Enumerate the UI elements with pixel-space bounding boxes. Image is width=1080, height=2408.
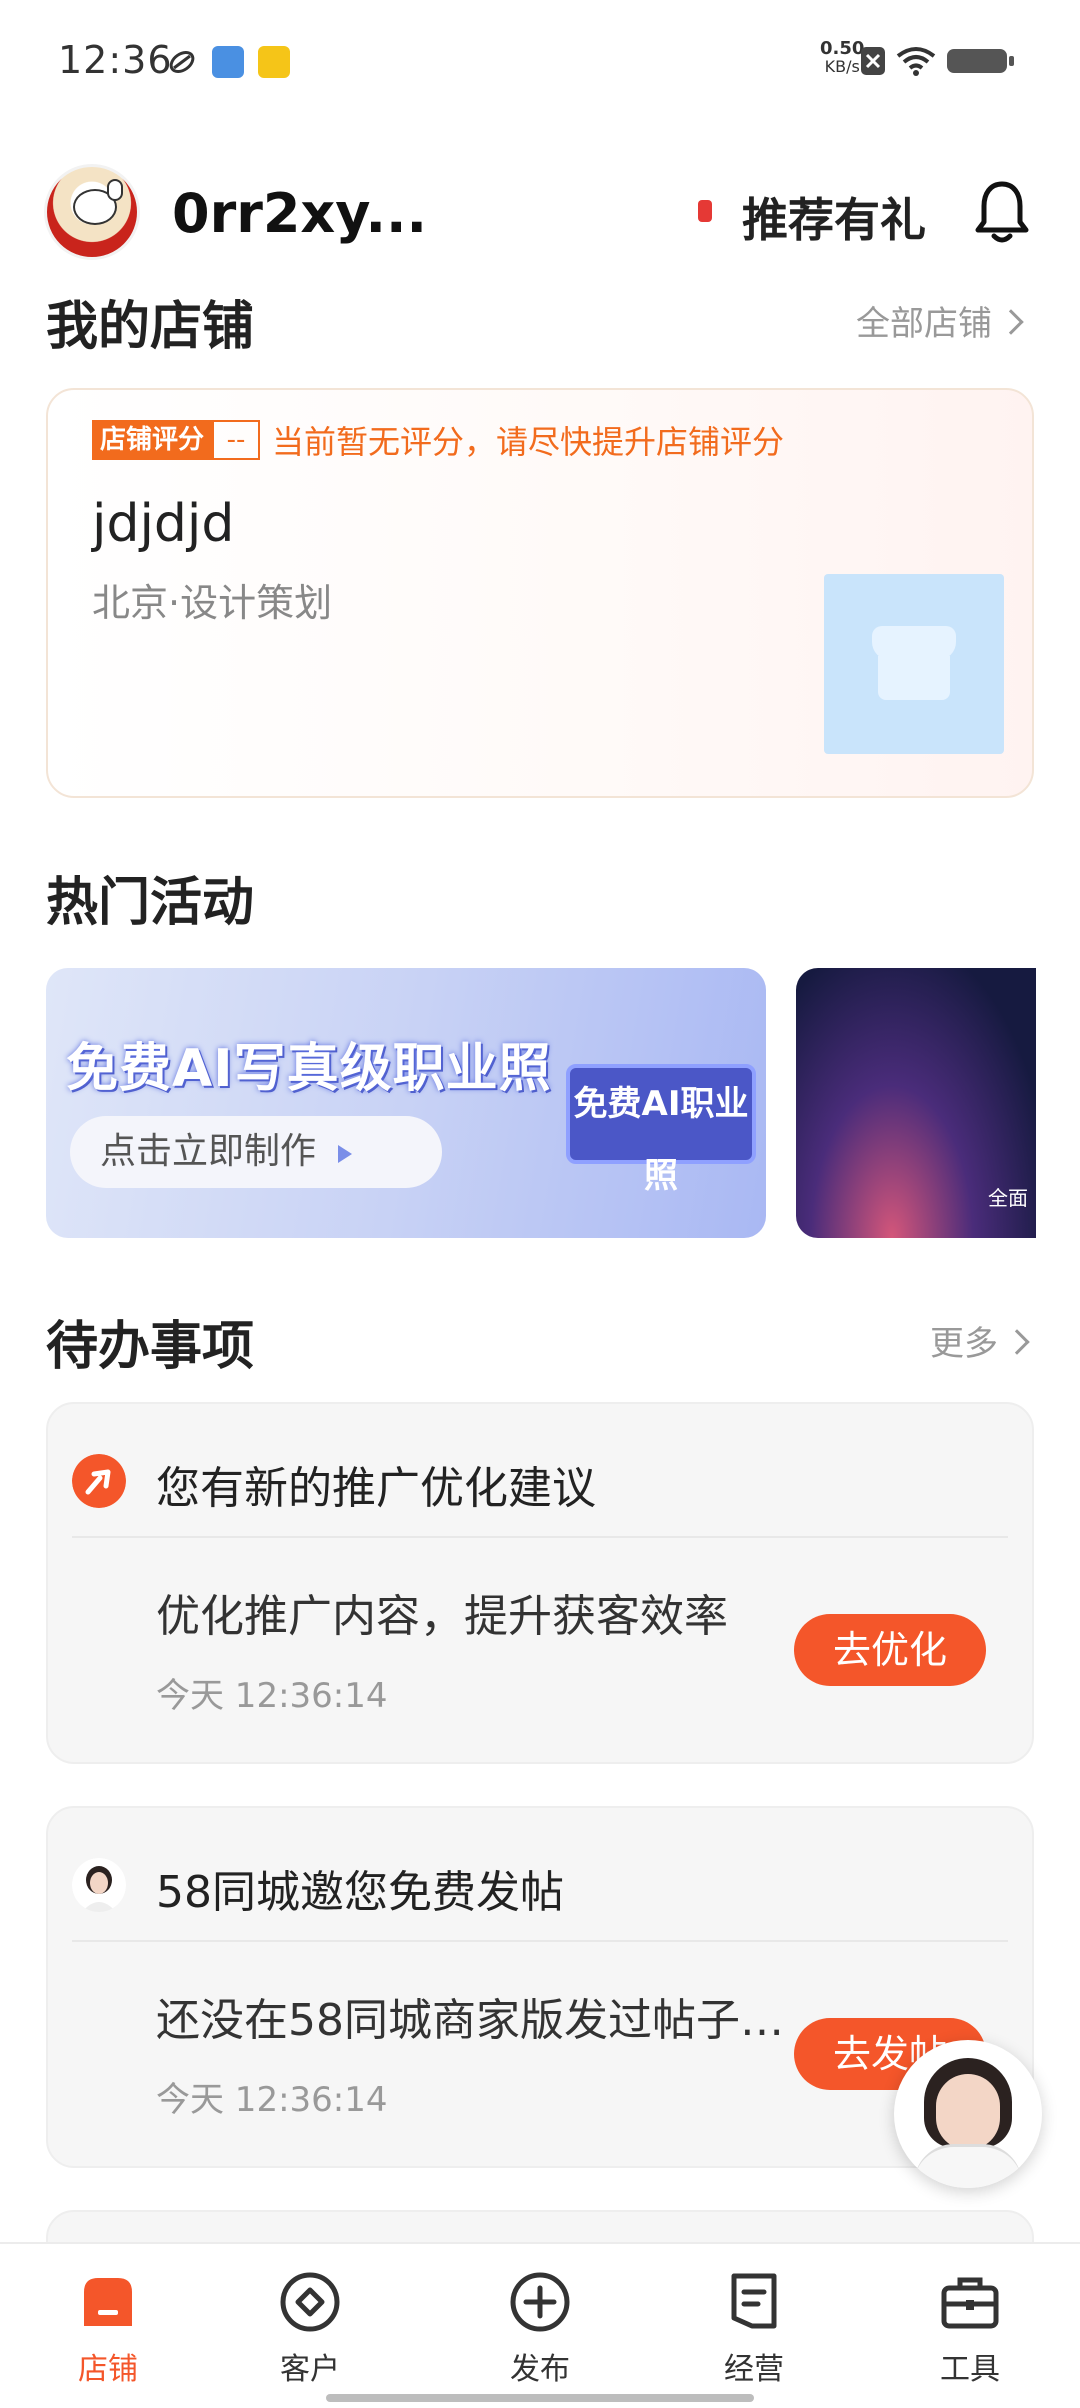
store-name: jdjdjd [92, 494, 235, 554]
activity-banner-2[interactable]: 全面 [796, 968, 1036, 1238]
my-store-title: 我的店铺 [46, 297, 255, 357]
tab-operation[interactable]: 经营 [694, 2270, 814, 2388]
divider [72, 1536, 1008, 1538]
todo-more-link[interactable]: 更多 [930, 1316, 1030, 1365]
chevron-right-icon [998, 308, 1024, 335]
bottom-tab-bar: 店铺 客户 发布 经营 工具 [0, 2242, 1080, 2408]
store-placeholder-icon [824, 574, 1004, 754]
home-indicator[interactable] [326, 2394, 754, 2402]
tab-store[interactable]: 店铺 [48, 2270, 168, 2388]
customer-icon [280, 2272, 340, 2332]
wifi-icon [896, 47, 936, 76]
status-time: 12:36 [58, 38, 173, 82]
optimize-button[interactable]: 去优化 [794, 1614, 986, 1686]
store-location: 北京·设计策划 [92, 581, 333, 625]
tab-publish[interactable]: 发布 [480, 2270, 600, 2388]
customer-service-float-button[interactable] [894, 2040, 1042, 2188]
promotion-arrow-icon [72, 1454, 126, 1508]
todo-card[interactable]: 58同城邀您免费发帖 还没在58同城商家版发过帖子… 今天 12:36:14 去… [46, 1806, 1034, 2168]
app-notification-icon [169, 50, 195, 74]
banner-headline: 免费AI写真级职业照 [66, 1039, 552, 1099]
todo-time: 今天 12:36:14 [156, 1676, 388, 1716]
todo-header: 您有新的推广优化建议 [156, 1463, 596, 1514]
todo-card[interactable]: 您有新的推广优化建议 优化推广内容，提升获客效率 今天 12:36:14 去优化 [46, 1402, 1034, 1764]
note-app-icon [258, 46, 290, 78]
red-envelope-icon [698, 200, 712, 222]
rating-hint: 当前暂无评分，请尽快提升店铺评分 [272, 423, 785, 461]
all-stores-link[interactable]: 全部店铺 [856, 296, 1024, 345]
todo-description: 优化推广内容，提升获客效率 [156, 1591, 728, 1642]
battery-icon [947, 49, 1014, 73]
chevron-right-icon [1004, 1328, 1030, 1355]
todo-description: 还没在58同城商家版发过帖子… [156, 1995, 784, 2046]
service-agent-avatar-icon [72, 1858, 126, 1912]
divider [72, 1940, 1008, 1942]
network-speed: 0.50 KB/s [820, 38, 865, 76]
store-rating: 店铺评分 -- 当前暂无评分，请尽快提升店铺评分 [92, 420, 785, 461]
activity-banner-ai-photo[interactable]: 免费AI写真级职业照 点击立即制作 免费AI职业照 [46, 968, 766, 1238]
todo-title: 待办事项 [46, 1317, 255, 1377]
banner-sign: 免费AI职业照 [566, 1064, 756, 1196]
operation-icon [731, 2273, 777, 2329]
banner2-caption: 全面 [988, 1186, 1028, 1210]
rating-tag-label: 店铺评分 [92, 420, 213, 460]
rating-value: -- [212, 420, 261, 460]
status-bar: 12:36 0.50 KB/s [0, 0, 1080, 130]
store-icon [84, 2278, 132, 2326]
store-card[interactable]: 店铺评分 -- 当前暂无评分，请尽快提升店铺评分 jdjdjd 北京·设计策划 [46, 388, 1034, 798]
tab-tools[interactable]: 工具 [910, 2270, 1030, 2388]
play-arrow-icon [338, 1145, 353, 1163]
username[interactable]: 0rr2xy... [172, 182, 427, 245]
tab-customer[interactable]: 客户 [250, 2270, 370, 2388]
sim-off-icon [861, 47, 885, 75]
todo-header: 58同城邀您免费发帖 [156, 1867, 564, 1918]
recommend-gift-link[interactable]: 推荐有礼 [742, 184, 926, 250]
bell-icon[interactable] [972, 178, 1032, 244]
banner-cta-button[interactable]: 点击立即制作 [70, 1116, 442, 1188]
todo-time: 今天 12:36:14 [156, 2080, 388, 2120]
user-avatar[interactable] [44, 164, 140, 260]
tools-icon [941, 2277, 999, 2329]
publish-icon [510, 2272, 570, 2332]
bus-app-icon [212, 46, 244, 78]
hot-activities-title: 热门活动 [46, 873, 255, 933]
